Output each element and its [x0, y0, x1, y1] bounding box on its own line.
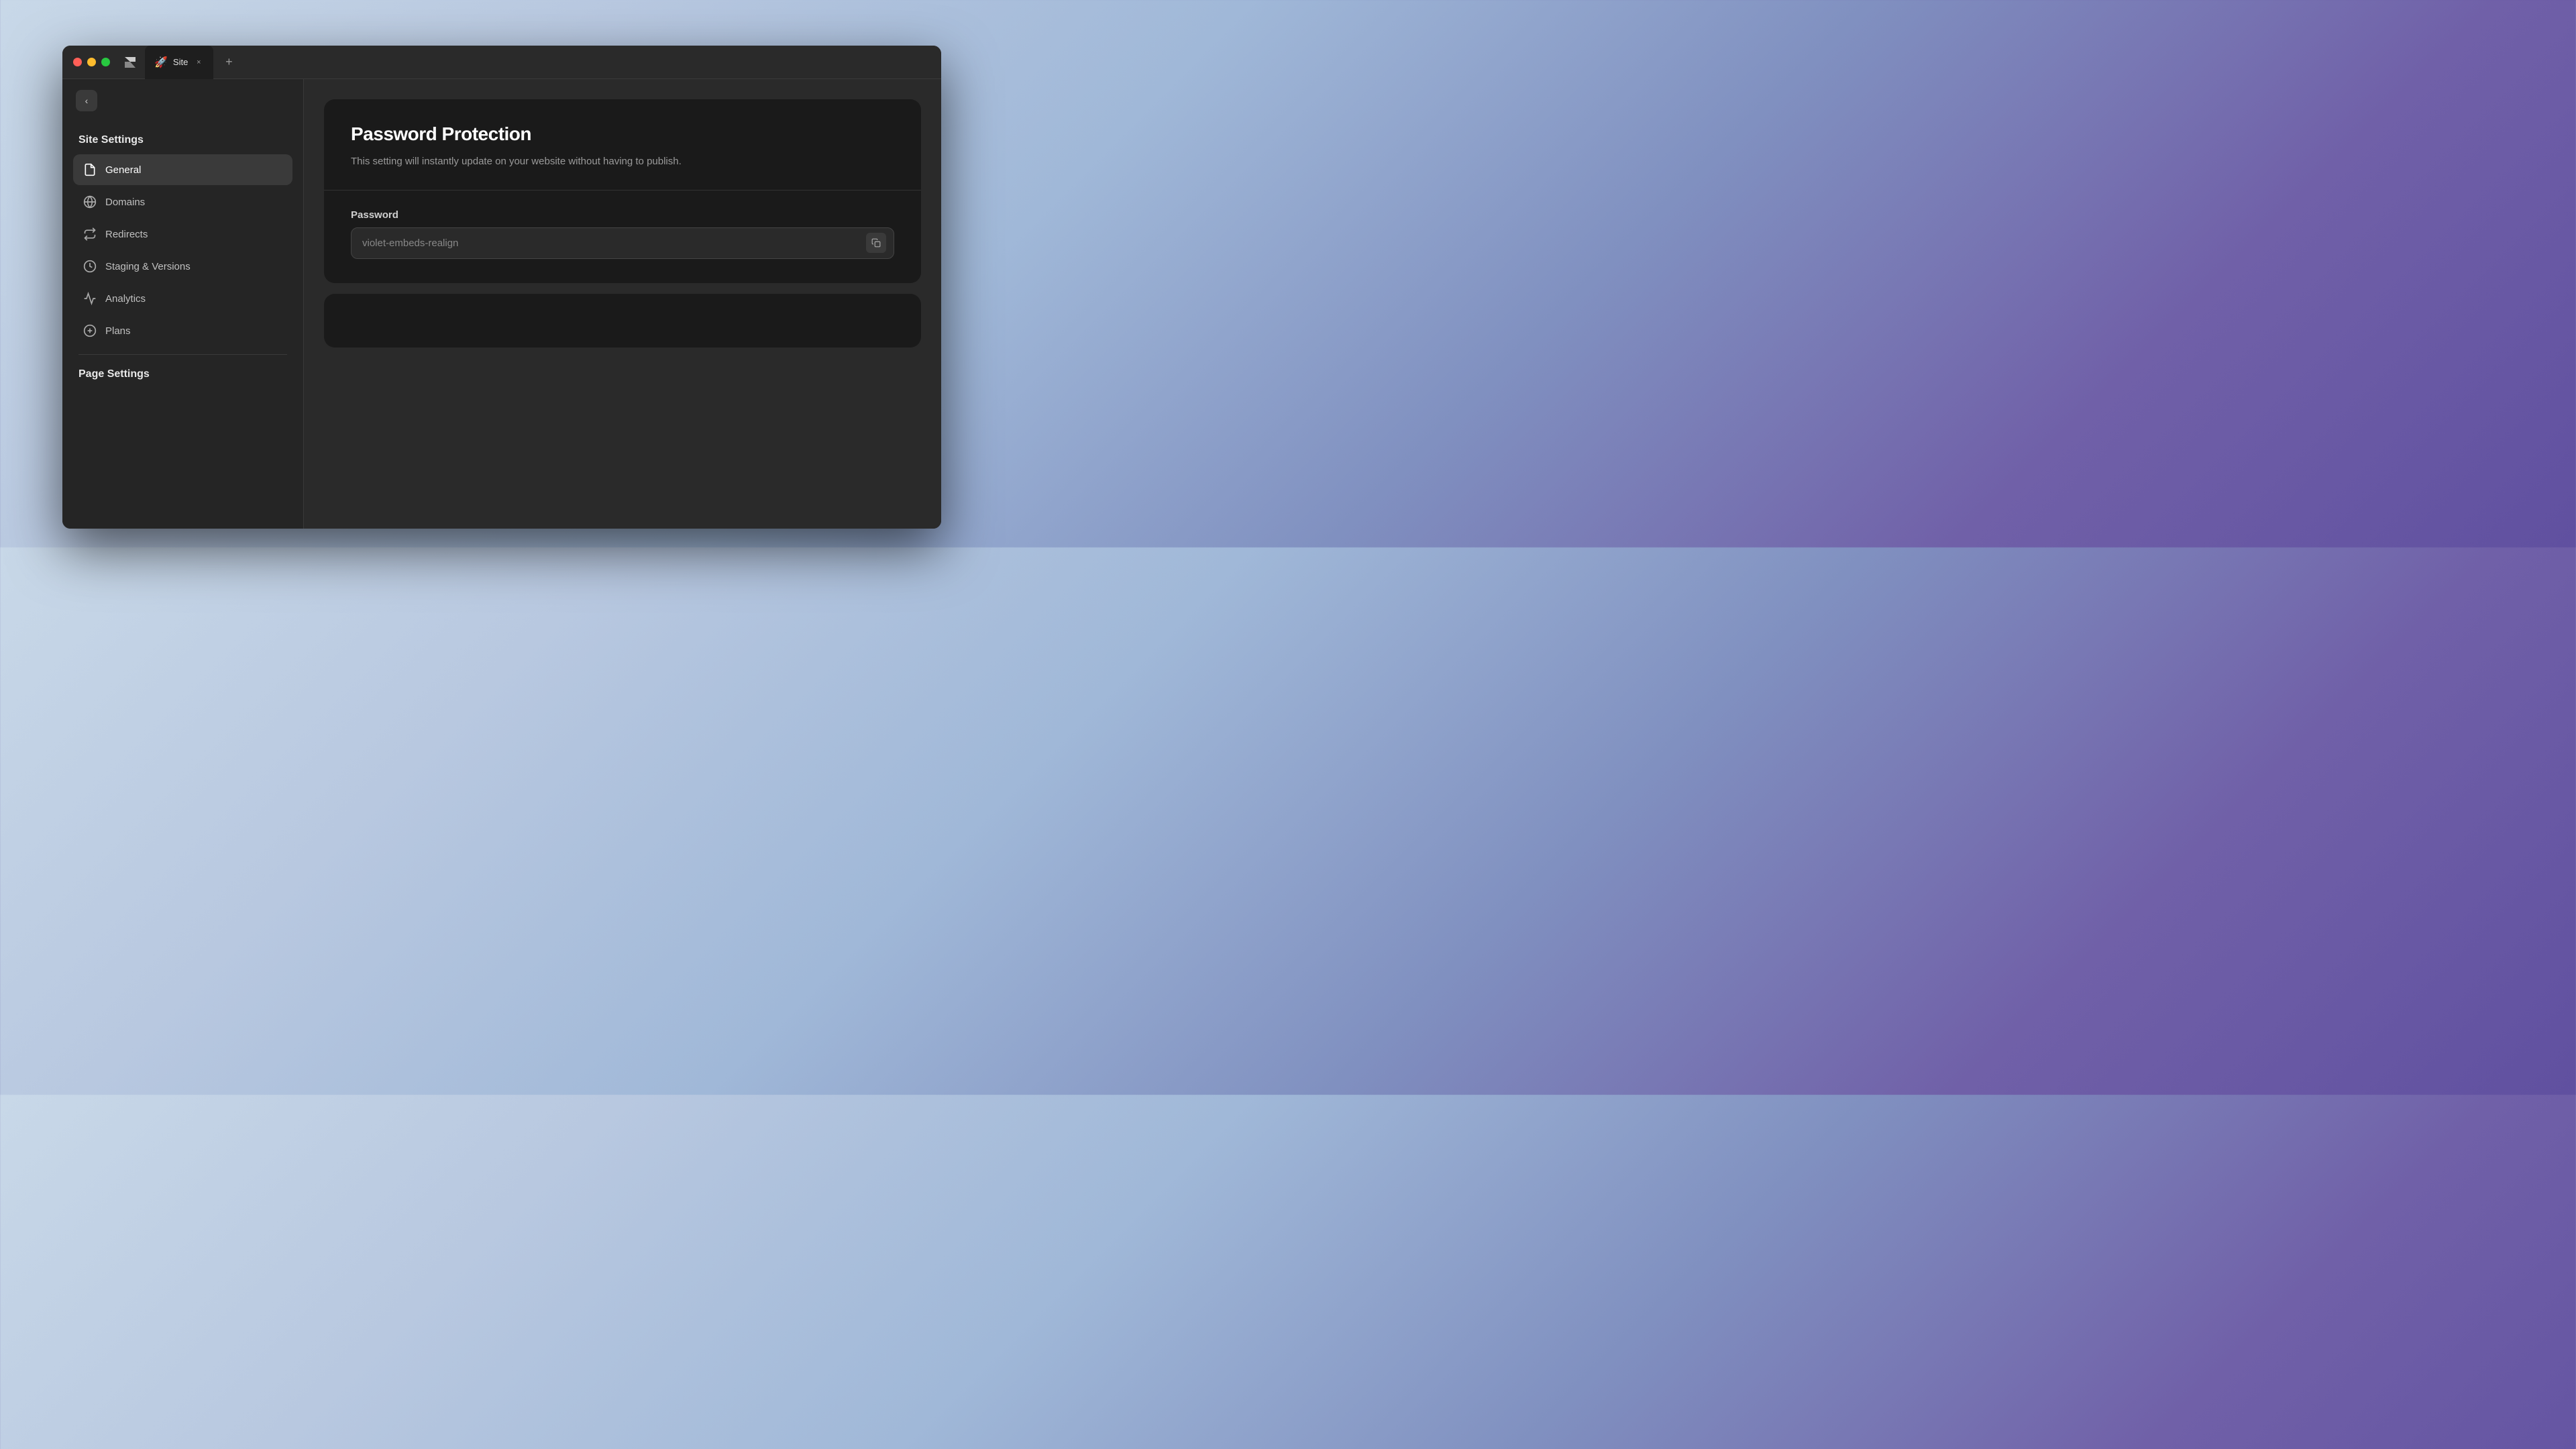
card-description: This setting will instantly update on yo…	[351, 154, 894, 170]
sidebar-item-staging[interactable]: Staging & Versions	[73, 251, 292, 282]
password-field-container	[351, 227, 894, 259]
sidebar-item-analytics-label: Analytics	[105, 293, 146, 305]
app-icon	[121, 53, 140, 72]
dollar-icon	[83, 323, 97, 338]
copy-button[interactable]	[866, 233, 886, 253]
sidebar-header: ‹	[62, 79, 303, 122]
clock-icon	[83, 259, 97, 274]
sidebar-item-plans-label: Plans	[105, 325, 131, 337]
sidebar-item-domains[interactable]: Domains	[73, 186, 292, 217]
sidebar-item-domains-label: Domains	[105, 197, 145, 208]
sidebar-content: Site Settings General	[62, 122, 303, 529]
password-protection-card: Password Protection This setting will in…	[324, 99, 921, 283]
card-title: Password Protection	[351, 123, 894, 145]
traffic-lights	[62, 58, 121, 66]
site-settings-title: Site Settings	[73, 129, 292, 154]
tab-bar: 🚀 Site × +	[145, 46, 941, 79]
sidebar: ‹ Site Settings General	[62, 79, 304, 529]
sidebar-item-general-label: General	[105, 164, 141, 176]
sidebar-item-analytics[interactable]: Analytics	[73, 283, 292, 314]
tab-favicon: 🚀	[154, 56, 168, 69]
main-content: Password Protection This setting will in…	[304, 79, 941, 529]
analytics-icon	[83, 291, 97, 306]
tab-title: Site	[173, 57, 188, 67]
close-traffic-light[interactable]	[73, 58, 82, 66]
sidebar-item-general[interactable]: General	[73, 154, 292, 185]
sidebar-item-redirects[interactable]: Redirects	[73, 219, 292, 250]
redirect-icon	[83, 227, 97, 241]
globe-icon	[83, 195, 97, 209]
minimize-traffic-light[interactable]	[87, 58, 96, 66]
section-divider	[78, 354, 287, 355]
back-button[interactable]: ‹	[76, 90, 97, 111]
sidebar-item-plans[interactable]: Plans	[73, 315, 292, 346]
sidebar-item-redirects-label: Redirects	[105, 229, 148, 240]
file-icon	[83, 162, 97, 177]
maximize-traffic-light[interactable]	[101, 58, 110, 66]
page-settings-title: Page Settings	[73, 363, 292, 388]
new-tab-button[interactable]: +	[219, 52, 239, 72]
active-tab[interactable]: 🚀 Site ×	[145, 46, 213, 79]
card-divider	[324, 190, 921, 191]
main-area: ‹ Site Settings General	[62, 79, 941, 529]
tab-close-button[interactable]: ×	[193, 57, 204, 68]
title-bar: 🚀 Site × +	[62, 46, 941, 79]
browser-window: 🚀 Site × + ‹ Site Settings	[62, 46, 941, 529]
password-label: Password	[351, 209, 894, 221]
bottom-card	[324, 294, 921, 347]
sidebar-item-staging-label: Staging & Versions	[105, 261, 191, 272]
password-input[interactable]	[351, 227, 894, 259]
